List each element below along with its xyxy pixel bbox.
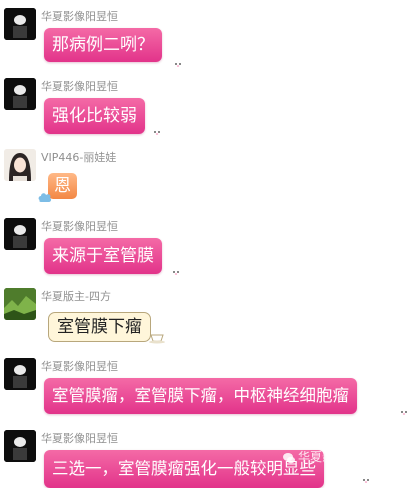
message-bubble: 强化比较弱: [44, 98, 145, 134]
avatar[interactable]: [4, 218, 36, 250]
avatar-image-icon: [4, 149, 36, 181]
sender-name: 华夏影像阳昱恒: [41, 220, 118, 233]
sender-name: 华夏影像阳昱恒: [41, 432, 118, 445]
avatar-image-icon: [4, 78, 36, 110]
avatar[interactable]: [4, 430, 36, 462]
sender-name: 华夏影像阳昱恒: [41, 10, 118, 23]
watermark-text: 华夏影像诊断中心: [298, 450, 395, 464]
message-bubble: 来源于室管膜: [44, 238, 162, 274]
rabbit-icon: [360, 470, 372, 485]
avatar[interactable]: [4, 78, 36, 110]
sender-name: VIP446-丽娃娃: [41, 151, 117, 164]
teacup-icon: [149, 334, 165, 344]
rabbit-icon: [398, 402, 410, 417]
avatar-image-icon: [4, 288, 36, 320]
rabbit-icon: [172, 54, 184, 69]
avatar-image-icon: [4, 8, 36, 40]
avatar[interactable]: [4, 358, 36, 390]
wechat-logo-icon: [283, 453, 295, 464]
sender-name: 华夏版主-四方: [41, 290, 111, 303]
avatar[interactable]: [4, 8, 36, 40]
avatar-image-icon: [4, 358, 36, 390]
rabbit-icon: [151, 122, 163, 137]
message-bubble: 恩: [48, 173, 77, 199]
rabbit-icon: [170, 262, 182, 277]
avatar-image-icon: [4, 430, 36, 462]
sender-name: 华夏影像阳昱恒: [41, 80, 118, 93]
cloud-decoration-icon: [38, 193, 52, 202]
avatar[interactable]: [4, 149, 36, 181]
message-bubble: 那病例二咧？: [44, 28, 162, 62]
avatar-image-icon: [4, 218, 36, 250]
message-bubble: 室管膜下瘤: [48, 312, 151, 342]
avatar[interactable]: [4, 288, 36, 320]
message-bubble: 室管膜瘤，室管膜下瘤，中枢神经细胞瘤: [44, 378, 357, 414]
sender-name: 华夏影像阳昱恒: [41, 360, 118, 373]
